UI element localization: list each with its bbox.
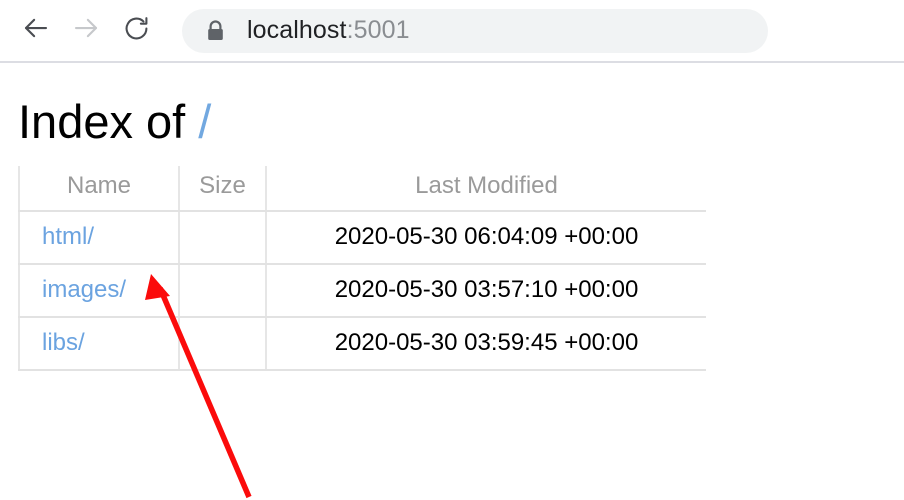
forward-button[interactable] bbox=[64, 9, 108, 53]
column-header-last-modified[interactable]: Last Modified bbox=[266, 166, 706, 213]
table-header-row: Name Size Last Modified bbox=[18, 166, 706, 213]
url-host: localhost bbox=[247, 16, 347, 44]
reload-icon bbox=[122, 14, 151, 48]
back-button[interactable] bbox=[14, 9, 58, 53]
breadcrumb-root-link[interactable]: / bbox=[198, 95, 211, 148]
directory-listing-table: Name Size Last Modified html/ 2020-05-30… bbox=[18, 166, 706, 372]
directory-link-html[interactable]: html/ bbox=[42, 223, 94, 250]
cell-name: libs/ bbox=[18, 317, 180, 372]
reload-button[interactable] bbox=[114, 9, 158, 53]
cell-last-modified: 2020-05-30 06:04:09 +00:00 bbox=[266, 211, 706, 266]
directory-link-libs[interactable]: libs/ bbox=[42, 329, 85, 356]
column-header-size[interactable]: Size bbox=[179, 166, 267, 213]
page-content: Index of / Name Size Last Modified html/… bbox=[0, 63, 904, 500]
cell-size bbox=[179, 317, 267, 372]
page-title: Index of / bbox=[0, 63, 904, 146]
url-text: localhost:5001 bbox=[247, 16, 410, 45]
directory-link-images[interactable]: images/ bbox=[42, 276, 126, 303]
table-row: images/ 2020-05-30 03:57:10 +00:00 bbox=[18, 264, 706, 319]
address-bar[interactable]: localhost:5001 bbox=[182, 8, 768, 53]
browser-toolbar: localhost:5001 bbox=[0, 0, 904, 63]
page-title-prefix: Index of bbox=[18, 95, 199, 148]
table-row: html/ 2020-05-30 06:04:09 +00:00 bbox=[18, 211, 706, 266]
cell-name: html/ bbox=[18, 211, 180, 266]
lock-icon bbox=[206, 19, 225, 42]
cell-name: images/ bbox=[18, 264, 180, 319]
cell-last-modified: 2020-05-30 03:57:10 +00:00 bbox=[266, 264, 706, 319]
table-row: libs/ 2020-05-30 03:59:45 +00:00 bbox=[18, 317, 706, 372]
cell-last-modified: 2020-05-30 03:59:45 +00:00 bbox=[266, 317, 706, 372]
arrow-left-icon bbox=[21, 13, 51, 48]
cell-size bbox=[179, 264, 267, 319]
column-header-name[interactable]: Name bbox=[18, 166, 180, 213]
cell-size bbox=[179, 211, 267, 266]
arrow-right-icon bbox=[71, 13, 101, 48]
url-port: :5001 bbox=[346, 16, 410, 44]
